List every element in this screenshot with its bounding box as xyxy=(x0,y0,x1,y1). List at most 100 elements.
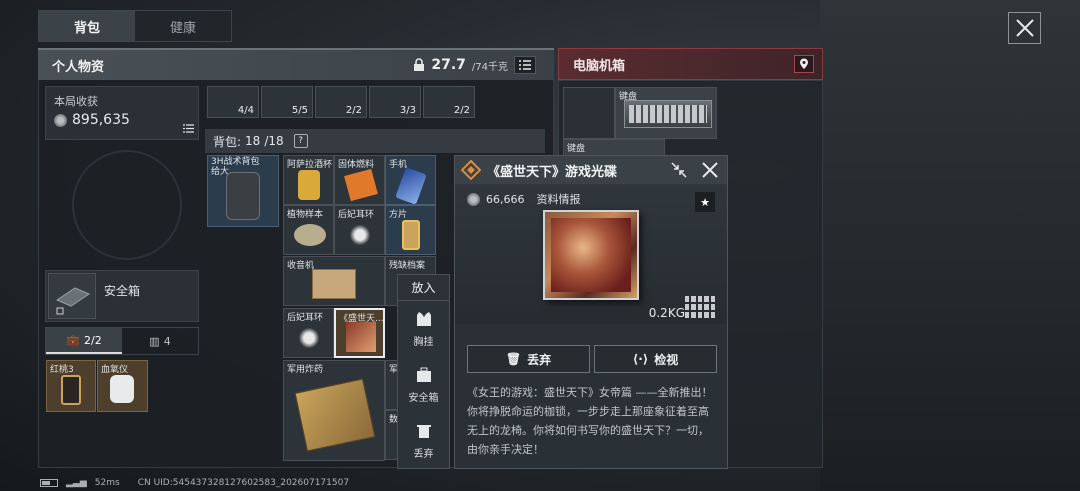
close-icon xyxy=(1015,19,1034,37)
trash-icon: 🗑 xyxy=(505,352,522,366)
tab-safe-slots[interactable]: 💼 2/2 xyxy=(46,328,122,354)
sort-button[interactable] xyxy=(514,56,536,74)
safe-box[interactable]: 安全箱 xyxy=(45,270,199,322)
safe-label: 安全箱 xyxy=(104,284,141,298)
gear-slot-4[interactable]: 3/3 xyxy=(369,86,421,118)
move-to-vest-button[interactable]: 胸挂 xyxy=(398,301,449,357)
earnings-value: 895,635 xyxy=(72,112,130,128)
favorite-button[interactable]: ★ xyxy=(695,192,715,212)
item-name: 键盘 xyxy=(567,144,586,154)
gear-slot-5[interactable]: 2/2 xyxy=(423,86,475,118)
locate-button[interactable] xyxy=(794,55,814,73)
gear-slot-3[interactable]: 2/2 xyxy=(315,86,367,118)
detail-title: 《盛世天下》游戏光碟 xyxy=(487,164,618,180)
close-icon[interactable] xyxy=(701,161,719,179)
item-name: 军用炸药 xyxy=(287,365,324,375)
empty-slot[interactable] xyxy=(563,87,615,139)
trash-icon xyxy=(416,424,431,438)
background-right xyxy=(820,0,1080,491)
item-slot[interactable]: 手机 xyxy=(385,155,436,205)
computer-box-title: 电脑机箱 xyxy=(573,58,626,74)
item-name: 残缺档案 xyxy=(389,261,426,271)
size-grid-icon xyxy=(685,296,715,318)
item-name: 固体燃料 xyxy=(338,160,375,170)
item-name: 手机 xyxy=(389,160,408,170)
coin-icon xyxy=(54,113,67,127)
gear-slot-1[interactable]: 4/4 xyxy=(207,86,259,118)
item-name: 阿萨拉酒杯 xyxy=(287,160,333,170)
item-slot[interactable]: 固体燃料 xyxy=(334,155,385,205)
inspect-button[interactable]: ⟨·⟩ 检视 xyxy=(594,345,717,373)
card-image xyxy=(402,220,420,250)
menu-label: 胸挂 xyxy=(413,336,434,348)
inspect-icon: ⟨·⟩ xyxy=(632,352,649,366)
item-category: 资料情报 xyxy=(536,193,581,206)
item-name: 植物样本 xyxy=(287,210,324,220)
keyboard-item[interactable]: 键盘 xyxy=(615,87,717,139)
safe-slot-1[interactable]: 红桃3 xyxy=(46,360,96,412)
phone-image xyxy=(395,167,427,204)
tab-backpack[interactable]: 背包 xyxy=(39,11,135,41)
tab-pouch[interactable]: ▥ 4 xyxy=(122,328,198,354)
item-slot-selected[interactable]: 《盛世天... xyxy=(334,308,385,358)
game-disc-image xyxy=(543,210,639,300)
goblet-image xyxy=(298,170,320,200)
detail-price: 66,666 资料情报 xyxy=(467,191,581,207)
move-to-safe-button[interactable]: 安全箱 xyxy=(398,357,449,413)
card-image xyxy=(61,375,81,405)
backpack-max: /18 xyxy=(264,134,284,148)
collapse-icon[interactable] xyxy=(671,162,687,178)
weight-max: /74千克 xyxy=(471,61,508,73)
case-icon xyxy=(55,287,91,315)
status-bar: ▂▃▅ 52ms CN UID:545437328127602583_20260… xyxy=(40,476,349,490)
item-count: 4/4 xyxy=(237,105,254,116)
lock-icon xyxy=(414,58,425,71)
detail-header: 《盛世天下》游戏光碟 xyxy=(455,156,727,184)
item-slot[interactable]: 军用炸药 xyxy=(283,360,385,461)
item-weight: 0.2KG xyxy=(648,306,685,320)
sample-image xyxy=(294,224,326,246)
discard-menu-button[interactable]: 丢弃 xyxy=(398,413,449,469)
briefcase-icon: 💼 xyxy=(66,333,80,347)
backpack-item[interactable]: 3H战术背包 给大... xyxy=(207,155,279,227)
container-icon: ▥ xyxy=(149,334,160,348)
backpack-count: 18 xyxy=(245,134,261,148)
tab-health[interactable]: 健康 xyxy=(135,11,231,41)
item-slot[interactable]: 方片 xyxy=(385,205,436,255)
safe-slot-2[interactable]: 血氧仪 xyxy=(97,360,148,412)
personal-title: 个人物资 xyxy=(52,59,105,75)
item-slot[interactable]: 收音机 xyxy=(283,256,385,306)
battery-icon xyxy=(40,479,58,487)
item-slot[interactable]: 阿萨拉酒杯 xyxy=(283,155,334,205)
backpack-label: 背包: xyxy=(213,134,242,149)
menu-label: 丢弃 xyxy=(413,448,434,460)
item-slot[interactable]: 后妃耳环 xyxy=(283,308,334,358)
oximeter-image xyxy=(110,375,134,403)
ping-value: 52ms xyxy=(94,478,120,488)
location-pin-icon xyxy=(800,58,808,69)
faction-emblem xyxy=(72,150,182,260)
list-icon[interactable] xyxy=(183,124,194,133)
price-value: 66,666 xyxy=(486,192,525,206)
list-icon xyxy=(519,60,531,70)
top-tabs: 背包 健康 xyxy=(38,10,232,42)
discard-button[interactable]: 🗑 丢弃 xyxy=(467,345,590,373)
fuel-image xyxy=(344,168,378,202)
item-slot[interactable]: 植物样本 xyxy=(283,205,334,255)
backpack-bar: 背包: 18/18 ? xyxy=(205,129,545,153)
item-name: 红桃3 xyxy=(50,365,74,375)
help-button[interactable]: ? xyxy=(293,134,308,148)
personal-header: 个人物资 27.7/74千克 xyxy=(38,48,554,80)
vest-icon xyxy=(416,311,431,326)
item-count: 5/5 xyxy=(291,105,308,116)
backpack-image xyxy=(226,172,260,220)
earnings-label: 本局收获 xyxy=(54,95,98,108)
close-button[interactable] xyxy=(1008,12,1041,44)
weight-value: 27.7 xyxy=(431,57,466,73)
rarity-icon xyxy=(461,160,481,180)
item-slot[interactable]: 后妃耳环 xyxy=(334,205,385,255)
detail-actions: 🗑 丢弃 ⟨·⟩ 检视 xyxy=(467,345,717,373)
item-name: 血氧仪 xyxy=(101,365,129,375)
item-name: 收音机 xyxy=(287,261,315,271)
gear-slot-2[interactable]: 5/5 xyxy=(261,86,313,118)
